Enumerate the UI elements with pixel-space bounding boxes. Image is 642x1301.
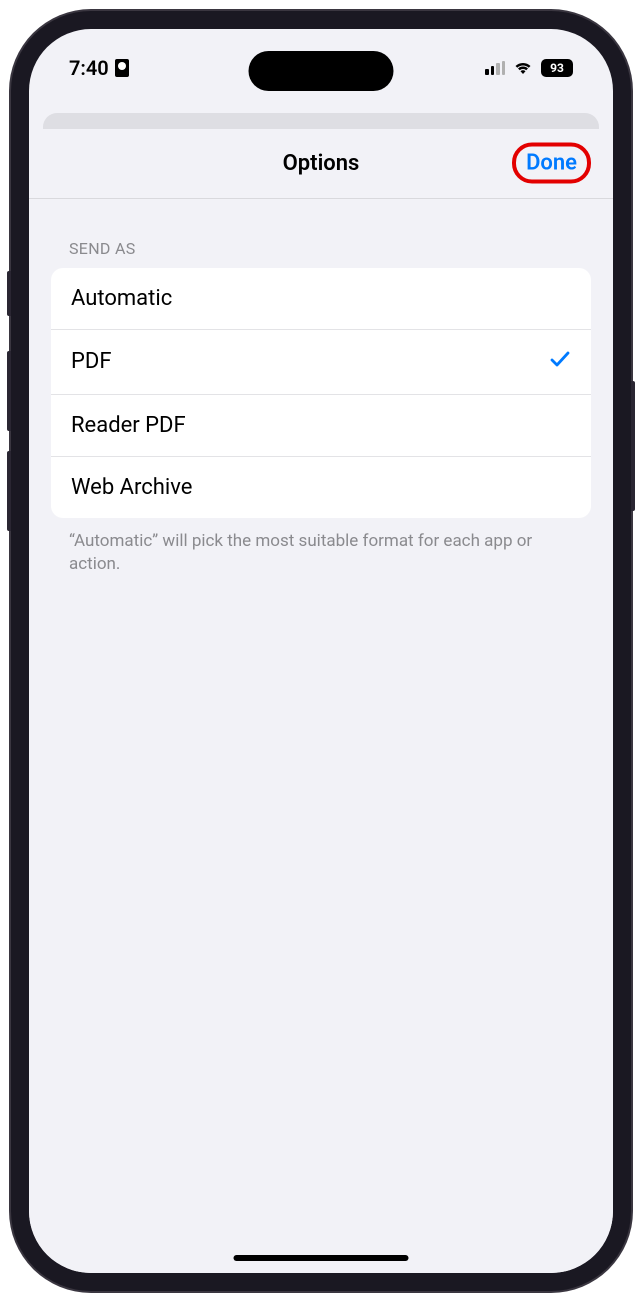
list-item-label: Reader PDF <box>71 413 186 438</box>
device-frame: 7:40 93 Options <box>11 11 631 1291</box>
status-time: 7:40 <box>69 56 109 80</box>
format-option-automatic[interactable]: Automatic <box>51 268 591 330</box>
page-title: Options <box>283 151 360 176</box>
format-option-pdf[interactable]: PDF <box>51 330 591 395</box>
list-item-label: Web Archive <box>71 475 192 500</box>
format-option-reader-pdf[interactable]: Reader PDF <box>51 395 591 457</box>
done-button[interactable]: Done <box>512 143 591 184</box>
battery-icon: 93 <box>541 59 573 77</box>
status-left: 7:40 <box>69 56 129 80</box>
format-list: Automatic PDF Reader PDF <box>51 268 591 518</box>
format-option-web-archive[interactable]: Web Archive <box>51 457 591 518</box>
power-button <box>631 381 635 511</box>
volume-down-button <box>7 451 11 531</box>
modal-header: Options Done <box>29 129 613 199</box>
id-card-icon <box>115 59 129 77</box>
dynamic-island <box>249 51 394 91</box>
list-item-label: Automatic <box>71 286 172 311</box>
cellular-signal-icon <box>485 61 505 75</box>
silent-switch <box>7 271 11 316</box>
status-right: 93 <box>485 59 573 77</box>
wifi-icon <box>513 60 533 76</box>
home-indicator[interactable] <box>234 1255 409 1261</box>
section-footer: “Automatic” will pick the most suitable … <box>51 518 591 578</box>
battery-level: 93 <box>541 59 573 77</box>
send-as-section: SEND AS Automatic PDF R <box>29 199 613 578</box>
checkmark-icon <box>549 348 571 376</box>
screen: 7:40 93 Options <box>29 29 613 1273</box>
options-modal: Options Done SEND AS Automatic PDF <box>29 129 613 1273</box>
list-item-label: PDF <box>71 349 111 374</box>
volume-up-button <box>7 351 11 431</box>
section-header: SEND AS <box>51 239 591 268</box>
